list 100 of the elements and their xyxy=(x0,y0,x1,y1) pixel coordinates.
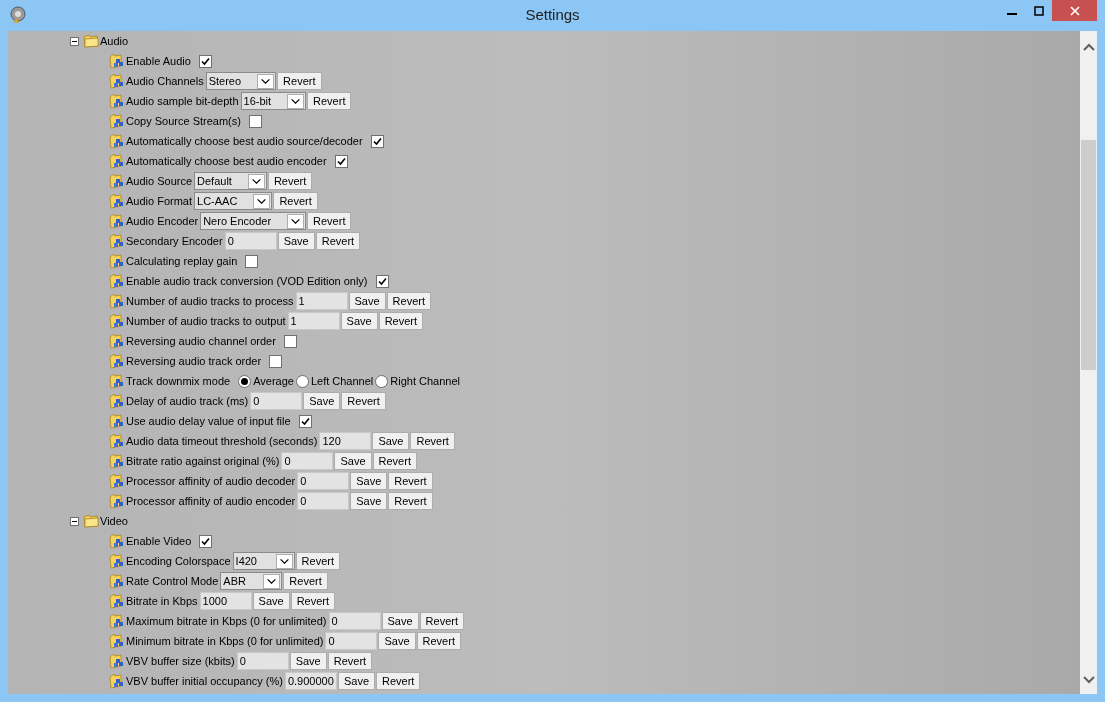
input-field[interactable]: 0 xyxy=(250,392,303,410)
dropdown[interactable]: 16-bit xyxy=(240,92,307,110)
checkbox[interactable] xyxy=(283,334,297,348)
form-button[interactable]: Revert xyxy=(376,672,421,690)
input-field[interactable]: 0 xyxy=(224,232,277,250)
setting-label: Audio sample bit-depth xyxy=(126,93,239,109)
checkbox[interactable] xyxy=(334,154,348,168)
chevron-down-icon xyxy=(253,193,271,209)
form-button[interactable]: Revert xyxy=(267,172,313,190)
form-button[interactable]: Revert xyxy=(388,492,433,510)
form-button[interactable]: Save xyxy=(350,472,388,490)
input-field[interactable]: 0 xyxy=(297,472,350,490)
form-button[interactable]: Revert xyxy=(419,612,464,630)
dropdown[interactable]: Nero Encoder xyxy=(200,212,307,230)
checkbox[interactable] xyxy=(298,414,312,428)
setting-label: Number of audio tracks to output xyxy=(126,313,286,329)
setting-label: Reversing audio channel order xyxy=(126,333,276,349)
dropdown[interactable]: ABR xyxy=(220,572,283,590)
form-button[interactable]: Save xyxy=(289,652,327,670)
setting-label: Audio Channels xyxy=(126,73,204,89)
scrollbar-thumb[interactable] xyxy=(1081,140,1096,370)
form-button[interactable]: Revert xyxy=(378,312,424,330)
form-button[interactable]: Save xyxy=(348,292,386,310)
form-button[interactable]: Revert xyxy=(307,92,352,110)
collapse-toggle-icon[interactable] xyxy=(70,516,79,526)
collapse-toggle-icon[interactable] xyxy=(70,36,79,46)
form-button[interactable]: Revert xyxy=(341,392,386,410)
input-field[interactable]: 0 xyxy=(236,652,289,670)
settings-item-icon xyxy=(109,633,124,649)
input-field[interactable]: 0 xyxy=(297,492,350,510)
scrollbar[interactable] xyxy=(1080,31,1097,694)
form-button[interactable]: Save xyxy=(334,452,372,470)
form-button[interactable]: Save xyxy=(350,492,388,510)
form-button[interactable]: Revert xyxy=(410,432,455,450)
settings-item-icon xyxy=(109,613,124,629)
form-button[interactable]: Save xyxy=(252,592,290,610)
checkbox[interactable] xyxy=(375,274,389,288)
form-button[interactable]: Save xyxy=(340,312,378,330)
dropdown[interactable]: Stereo xyxy=(205,72,277,90)
form-button[interactable]: Revert xyxy=(372,452,417,470)
form-button[interactable]: Save xyxy=(337,672,375,690)
form-button[interactable]: Revert xyxy=(283,572,328,590)
checkbox[interactable] xyxy=(199,534,213,548)
form-button[interactable]: Revert xyxy=(386,292,431,310)
radio-option[interactable]: Right Channel xyxy=(375,372,460,390)
form-button[interactable]: Save xyxy=(381,612,419,630)
form-button[interactable]: Save xyxy=(378,632,416,650)
form-button[interactable]: Revert xyxy=(388,472,433,490)
input-field[interactable]: 0 xyxy=(325,632,378,650)
settings-item-icon xyxy=(109,133,124,149)
setting-label: Encoding Colorspace xyxy=(126,553,231,569)
settings-item-icon xyxy=(109,533,124,549)
checkbox[interactable] xyxy=(269,354,283,368)
form-button[interactable]: Save xyxy=(303,392,341,410)
input-field[interactable]: 1 xyxy=(295,292,348,310)
form-button[interactable]: Revert xyxy=(416,632,461,650)
form-button[interactable]: Revert xyxy=(307,212,352,230)
chevron-down-icon[interactable] xyxy=(1082,676,1095,684)
dropdown[interactable]: I420 xyxy=(232,552,295,570)
form-button[interactable]: Revert xyxy=(295,552,340,570)
minimize-icon xyxy=(1006,12,1017,15)
form-button[interactable]: Save xyxy=(277,232,315,250)
dropdown[interactable]: LC-AAC xyxy=(194,192,273,210)
settings-item-icon xyxy=(109,93,124,109)
input-field[interactable]: 0 xyxy=(328,612,381,630)
settings-item-icon xyxy=(109,233,124,249)
setting-label: Use audio delay value of input file xyxy=(126,413,291,429)
settings-item-icon xyxy=(109,573,124,589)
settings-item-icon xyxy=(109,353,124,369)
dropdown[interactable]: Default xyxy=(194,172,267,190)
checkbox[interactable] xyxy=(248,114,262,128)
checkbox[interactable] xyxy=(370,134,384,148)
form-button[interactable]: Revert xyxy=(290,592,336,610)
form-button[interactable]: Revert xyxy=(273,192,318,210)
input-field[interactable]: 0 xyxy=(281,452,334,470)
settings-item-icon xyxy=(109,473,124,489)
checkbox[interactable] xyxy=(198,54,212,68)
chevron-down-icon xyxy=(263,573,281,589)
input-field[interactable]: 120 xyxy=(319,432,372,450)
settings-item-icon xyxy=(109,673,124,689)
form-button[interactable]: Revert xyxy=(277,72,322,90)
settings-item-icon xyxy=(109,313,124,329)
setting-label: Processor affinity of audio encoder xyxy=(126,493,296,509)
setting-label: Audio Format xyxy=(126,193,193,209)
radio-option[interactable]: Left Channel xyxy=(295,372,374,390)
form-button[interactable]: Revert xyxy=(315,232,361,250)
setting-label: Minimum bitrate in Kbps (0 for unlimited) xyxy=(126,633,324,649)
form-button[interactable]: Revert xyxy=(327,652,373,670)
input-field[interactable]: 0.900000 xyxy=(284,672,337,690)
input-field[interactable]: 1000 xyxy=(199,592,252,610)
settings-item-icon xyxy=(109,153,124,169)
setting-label: Reversing audio track order xyxy=(126,353,262,369)
input-field[interactable]: 1 xyxy=(287,312,340,330)
settings-item-icon xyxy=(109,333,124,349)
form-button[interactable]: Save xyxy=(372,432,410,450)
chevron-up-icon[interactable] xyxy=(1082,43,1095,51)
checkbox[interactable] xyxy=(245,254,259,268)
settings-item-icon xyxy=(109,393,124,409)
radio-option[interactable]: Average xyxy=(238,372,294,390)
setting-label: Copy Source Stream(s) xyxy=(126,113,241,129)
